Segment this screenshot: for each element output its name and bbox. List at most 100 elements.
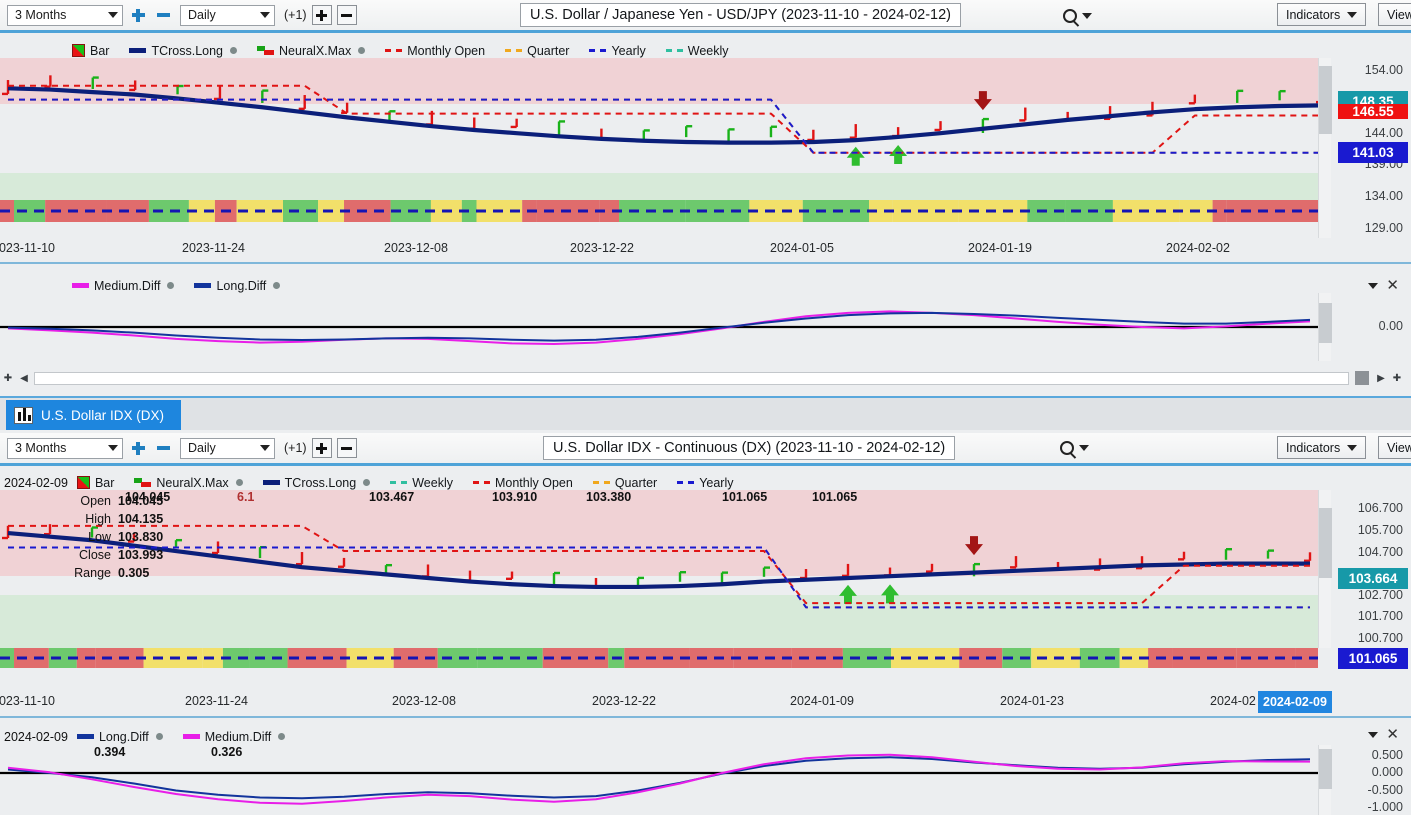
nav-left-icon[interactable]: ◀ <box>16 370 32 386</box>
close-icon[interactable]: ✕ <box>1386 727 1399 742</box>
date-tick-label: 2023-11-10 <box>0 694 56 708</box>
chart1-period-increase-button[interactable] <box>128 5 148 25</box>
legend2-item-weekly[interactable]: Weekly <box>390 476 453 490</box>
legend2-item-yearly[interactable]: Yearly <box>677 476 734 490</box>
ohlc-key: Low <box>88 530 111 544</box>
chart1-view-button[interactable]: View <box>1378 3 1411 26</box>
chevron-down-icon[interactable] <box>1082 13 1092 19</box>
chart2-period-value: 3 Months <box>15 441 67 455</box>
chart2-indicators-button[interactable]: Indicators <box>1277 436 1367 459</box>
search-icon[interactable] <box>1063 9 1077 23</box>
chart1-diff-plot[interactable] <box>0 293 1318 361</box>
chevron-down-icon[interactable] <box>1079 445 1089 451</box>
date-tick-label: 2023-11-10 <box>0 241 56 255</box>
legend1-item-tcross-long[interactable]: TCross.Long <box>129 44 238 58</box>
legend-swatch <box>76 734 94 739</box>
chart2-diff-scrollbar[interactable] <box>1318 745 1332 815</box>
chart1-symbol-text: U.S. Dollar / Japanese Yen - USD/JPY (20… <box>530 7 952 23</box>
chart2-scroll-thumb[interactable] <box>1319 508 1332 578</box>
chart2-view-label: View <box>1387 440 1411 455</box>
legend-label: Quarter <box>614 475 658 490</box>
chevron-down-icon[interactable] <box>1368 731 1379 738</box>
plot-canvas <box>0 490 1318 648</box>
search-icon[interactable] <box>1060 441 1074 455</box>
chart2-interval-select[interactable]: Daily <box>180 437 275 459</box>
legend1-item-quarter[interactable]: Quarter <box>505 44 569 58</box>
nav-add-icon[interactable]: ✚ <box>0 370 16 386</box>
chart1-vertical-scrollbar[interactable] <box>1318 58 1332 238</box>
chart2-interval-increase-button[interactable] <box>311 438 332 458</box>
nav-square-icon[interactable] <box>1355 371 1369 385</box>
chevron-down-icon <box>260 12 270 18</box>
legend2-item-quarter[interactable]: Quarter <box>592 475 658 490</box>
nav-right-icon[interactable]: ▶ <box>1373 370 1389 386</box>
chart2-period-decrease-button[interactable] <box>153 438 173 458</box>
legend2-item-monthly-open[interactable]: Monthly Open <box>472 476 573 490</box>
chart1-indicators-label: Indicators <box>1286 7 1341 22</box>
nav-add2-icon[interactable]: ✚ <box>1389 370 1405 386</box>
chart1-period-decrease-button[interactable] <box>153 5 173 25</box>
chart2-symbol-field[interactable]: U.S. Dollar IDX - Continuous (DX) (2023-… <box>543 436 956 460</box>
legend-settings-dot-icon[interactable] <box>155 733 163 740</box>
legend-value-yearly: 101.065 <box>812 490 858 504</box>
chart1-indicators-button[interactable]: Indicators <box>1277 3 1367 26</box>
chart1-diff-panel-controls[interactable]: ✕ <box>1368 278 1399 293</box>
chart1-search-control[interactable] <box>1063 9 1092 23</box>
legend-label: Medium.Diff <box>94 278 161 293</box>
chart1-scroll-thumb[interactable] <box>1319 66 1332 134</box>
chart2-period-increase-button[interactable] <box>128 438 148 458</box>
chart2-period-select[interactable]: 3 Months <box>7 437 123 459</box>
legend2-item-neuralx-max[interactable]: NeuralX.Max <box>134 476 243 490</box>
legend-label: Long.Diff <box>98 729 149 744</box>
legend-settings-dot-icon[interactable] <box>167 282 175 289</box>
legend-settings-dot-icon[interactable] <box>358 47 366 54</box>
tab-usd-dollar-idx[interactable]: U.S. Dollar IDX (DX) <box>6 400 182 430</box>
legend1-item-monthly-open[interactable]: Monthly Open <box>385 44 485 58</box>
legend-swatch <box>182 734 200 739</box>
nav-track[interactable] <box>34 371 1349 385</box>
chart2-diff-panel-controls[interactable]: ✕ <box>1368 727 1399 742</box>
date-tick-label: 2024-02 <box>1210 694 1256 708</box>
diff2-item-long-diff[interactable]: Long.Diff <box>76 729 163 744</box>
date-tick-label: 2024-01-23 <box>1000 694 1064 708</box>
chart2-diff-axis: 0.500 0.000 -0.500 -1.000 <box>1333 745 1411 815</box>
diff1-item-medium-diff[interactable]: Medium.Diff <box>72 278 175 293</box>
chevron-down-icon <box>108 12 118 18</box>
legend2-item-tcross-long[interactable]: TCross.Long <box>262 476 371 490</box>
chart2-interval-decrease-button[interactable] <box>336 438 357 458</box>
chart2-diff-scroll-thumb[interactable] <box>1319 749 1332 789</box>
legend1-item-bar[interactable]: Bar <box>72 44 109 58</box>
legend-swatch <box>589 49 607 52</box>
chart2-vertical-scrollbar[interactable] <box>1318 490 1332 648</box>
axis-tick-label: 100.700 <box>1357 630 1403 645</box>
diff1-item-long-diff[interactable]: Long.Diff <box>194 279 281 293</box>
legend-settings-dot-icon[interactable] <box>230 47 238 54</box>
legend1-item-weekly[interactable]: Weekly <box>665 44 729 58</box>
legend-swatch <box>390 481 408 484</box>
chart2-price-plot[interactable] <box>0 490 1318 648</box>
chart2-search-control[interactable] <box>1060 441 1089 455</box>
legend-value-monthly: 103.380 <box>586 490 632 504</box>
chart1-period-select[interactable]: 3 Months <box>7 4 123 26</box>
legend-settings-dot-icon[interactable] <box>363 479 371 486</box>
chart1-symbol-field[interactable]: U.S. Dollar / Japanese Yen - USD/JPY (20… <box>520 3 962 27</box>
legend1-item-neuralx-max[interactable]: NeuralX.Max <box>257 44 366 58</box>
legend1-item-yearly[interactable]: Yearly <box>589 44 646 58</box>
chart1-interval-select[interactable]: Daily <box>180 4 275 26</box>
chart1-nav-strip[interactable]: ✚ ◀ ▶ ✚ <box>0 369 1411 387</box>
legend-settings-dot-icon[interactable] <box>278 733 286 740</box>
legend-label: Bar <box>90 43 110 58</box>
legend2-item-bar[interactable]: Bar <box>76 476 114 490</box>
chart2-view-button[interactable]: View <box>1378 436 1411 459</box>
axis-tick-label: 104.700 <box>1357 544 1403 559</box>
chevron-down-icon[interactable] <box>1368 282 1379 289</box>
axis-tick-label: 129.00 <box>1364 220 1403 235</box>
chart1-interval-increase-button[interactable] <box>311 5 332 25</box>
chart1-interval-decrease-button[interactable] <box>336 5 357 25</box>
chart1-diff-scroll-thumb[interactable] <box>1319 303 1332 343</box>
close-icon[interactable]: ✕ <box>1386 278 1399 293</box>
chart1-diff-scrollbar[interactable] <box>1318 293 1332 361</box>
legend-settings-dot-icon[interactable] <box>273 282 281 289</box>
legend-settings-dot-icon[interactable] <box>235 479 243 486</box>
diff2-item-medium-diff[interactable]: Medium.Diff <box>182 730 286 744</box>
